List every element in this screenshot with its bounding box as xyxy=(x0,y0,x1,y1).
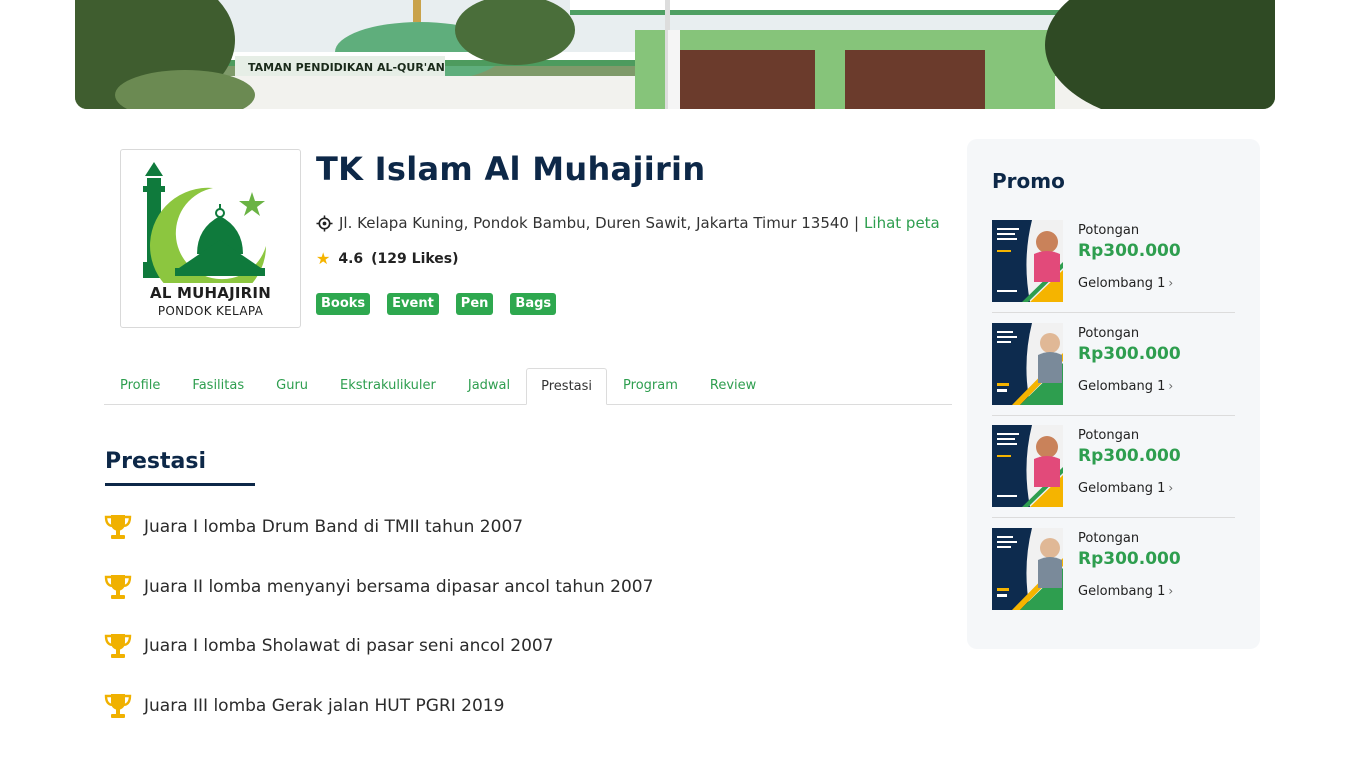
view-map-link[interactable]: Lihat peta xyxy=(864,214,940,232)
logo-school-subtitle: PONDOK KELAPA xyxy=(157,304,264,318)
promo-wave-link[interactable]: Gelombang 1 › xyxy=(1078,276,1173,291)
tab-review[interactable]: Review xyxy=(694,368,772,405)
promo-divider xyxy=(992,312,1235,313)
rating-value: 4.6 xyxy=(338,250,364,267)
promo-label: Potongan xyxy=(1078,326,1140,341)
trophy-icon xyxy=(104,515,132,539)
promo-card[interactable]: Potongan Rp300.000 Gelombang 1 › xyxy=(992,528,1235,631)
promo-thumbnail[interactable] xyxy=(992,425,1063,507)
list-item: Juara II lomba menyanyi bersama dipasar … xyxy=(104,570,653,604)
list-item: Juara I lomba Sholawat di pasar seni anc… xyxy=(104,629,653,663)
tag-books[interactable]: Books xyxy=(316,293,371,315)
promo-wave-link[interactable]: Gelombang 1 › xyxy=(1078,584,1173,599)
promo-sidebar: Promo Potongan Rp300.000 Gelombang 1 › P… xyxy=(967,139,1260,649)
promo-wave-text: Gelombang 1 xyxy=(1078,276,1166,291)
likes-count: (129 Likes) xyxy=(371,250,459,267)
tab-guru[interactable]: Guru xyxy=(260,368,324,405)
promo-price: Rp300.000 xyxy=(1078,344,1181,364)
promo-label: Potongan xyxy=(1078,428,1140,443)
promo-thumbnail[interactable] xyxy=(992,528,1063,610)
rating-row: ★ 4.6 (129 Likes) xyxy=(316,249,459,268)
star-icon: ★ xyxy=(316,249,331,268)
promo-card[interactable]: Potongan Rp300.000 Gelombang 1 › xyxy=(992,323,1235,426)
chevron-right-icon: › xyxy=(1168,481,1174,495)
trophy-icon xyxy=(104,634,132,658)
location-target-icon xyxy=(316,214,333,232)
promo-thumbnail[interactable] xyxy=(992,323,1063,405)
promo-label: Potongan xyxy=(1078,223,1140,238)
address-text: Jl. Kelapa Kuning, Pondok Bambu, Duren S… xyxy=(339,214,849,232)
trophy-icon xyxy=(104,574,132,599)
promo-divider xyxy=(992,415,1235,416)
achievement-text: Juara I lomba Sholawat di pasar seni anc… xyxy=(144,636,554,656)
chevron-right-icon: › xyxy=(1168,584,1174,598)
tag-event[interactable]: Event xyxy=(387,293,439,315)
school-address: Jl. Kelapa Kuning, Pondok Bambu, Duren S… xyxy=(316,214,940,232)
address-separator: | xyxy=(853,214,860,232)
list-item: Juara III lomba Gerak jalan HUT PGRI 201… xyxy=(104,689,653,723)
chevron-right-icon: › xyxy=(1168,379,1174,393)
logo-school-name: AL MUHAJIRIN xyxy=(150,284,271,302)
promo-card[interactable]: Potongan Rp300.000 Gelombang 1 › xyxy=(992,220,1235,323)
promo-price: Rp300.000 xyxy=(1078,446,1181,466)
school-title: TK Islam Al Muhajirin xyxy=(316,150,706,188)
school-banner-photo: TAMAN PENDIDIKAN AL-QUR'AN xyxy=(75,0,1275,109)
promo-card[interactable]: Potongan Rp300.000 Gelombang 1 › xyxy=(992,425,1235,528)
trophy-icon xyxy=(104,693,132,718)
chevron-right-icon: › xyxy=(1168,276,1174,290)
promo-title: Promo xyxy=(992,169,1065,193)
tab-fasilitas[interactable]: Fasilitas xyxy=(176,368,260,405)
promo-price: Rp300.000 xyxy=(1078,241,1181,261)
section-title-underline xyxy=(105,483,255,486)
tab-ekstrakulikuler[interactable]: Ekstrakulikuler xyxy=(324,368,452,405)
school-tabs: Profile Fasilitas Guru Ekstrakulikuler J… xyxy=(104,368,952,405)
school-logo: AL MUHAJIRIN PONDOK KELAPA xyxy=(120,149,301,328)
tag-list: Books Event Pen Bags xyxy=(316,293,573,315)
achievement-text: Juara II lomba menyanyi bersama dipasar … xyxy=(144,576,654,597)
tag-bags[interactable]: Bags xyxy=(510,293,557,315)
promo-wave-text: Gelombang 1 xyxy=(1078,379,1166,394)
promo-wave-text: Gelombang 1 xyxy=(1078,481,1166,496)
tag-pen[interactable]: Pen xyxy=(455,293,494,315)
achievement-list: Juara I lomba Drum Band di TMII tahun 20… xyxy=(104,510,653,748)
tab-program[interactable]: Program xyxy=(607,368,694,405)
banner-sign-text: TAMAN PENDIDIKAN AL-QUR'AN xyxy=(248,61,445,74)
achievement-text: Juara III lomba Gerak jalan HUT PGRI 201… xyxy=(144,695,505,716)
promo-wave-link[interactable]: Gelombang 1 › xyxy=(1078,481,1173,496)
tab-profile[interactable]: Profile xyxy=(104,368,176,405)
promo-wave-text: Gelombang 1 xyxy=(1078,584,1166,599)
promo-wave-link[interactable]: Gelombang 1 › xyxy=(1078,379,1173,394)
achievement-text: Juara I lomba Drum Band di TMII tahun 20… xyxy=(144,517,524,537)
tab-prestasi[interactable]: Prestasi xyxy=(526,368,608,405)
promo-divider xyxy=(992,517,1235,518)
promo-price: Rp300.000 xyxy=(1078,549,1181,569)
tab-jadwal[interactable]: Jadwal xyxy=(452,368,526,405)
promo-thumbnail[interactable] xyxy=(992,220,1063,302)
mosque-logo-icon xyxy=(143,162,266,283)
section-title: Prestasi xyxy=(105,449,206,474)
list-item: Juara I lomba Drum Band di TMII tahun 20… xyxy=(104,510,653,544)
promo-label: Potongan xyxy=(1078,531,1140,546)
